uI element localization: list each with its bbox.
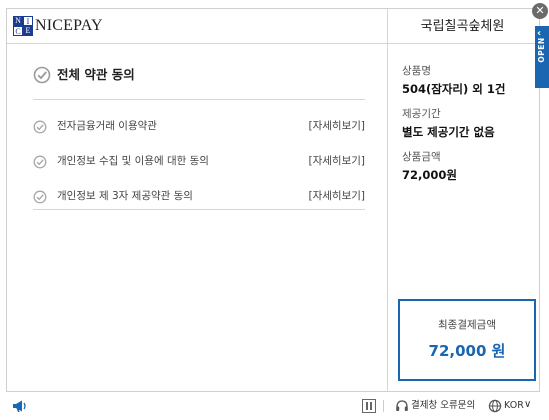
- term-detail-link[interactable]: [자세히보기]: [309, 118, 366, 134]
- panel-icon[interactable]: [362, 399, 376, 413]
- term-label: 전자금융거래 이용약관: [57, 120, 157, 132]
- agree-all-label: 전체 약관 동의: [57, 67, 135, 82]
- error-report-link[interactable]: 결제창 오류문의: [411, 399, 475, 413]
- logo-letter: I: [23, 16, 33, 26]
- payment-modal: N I C E NICEPAY 국립칠곡숲체원 전체 약관 동의 전자금융거래 …: [6, 8, 540, 392]
- term-item-electronic-finance[interactable]: 전자금융거래 이용약관 [자세히보기]: [33, 118, 365, 153]
- divider: [383, 400, 384, 412]
- check-circle-icon: [33, 120, 47, 134]
- term-detail-link[interactable]: [자세히보기]: [309, 153, 366, 169]
- nicepay-logo: N I C E NICEPAY: [13, 16, 103, 36]
- period-label: 제공기간: [402, 108, 441, 120]
- total-label: 최종결제금액: [438, 319, 496, 331]
- amount-value: 72,000원: [402, 168, 457, 182]
- product-value: 504(잠자리) 외 1건: [402, 82, 506, 96]
- amount-label: 상품금액: [402, 151, 441, 163]
- check-circle-icon: [33, 155, 47, 169]
- globe-icon: [488, 399, 502, 413]
- term-item-third-party[interactable]: 개인정보 제 3자 제공약관 동의 [자세히보기]: [33, 188, 365, 223]
- logo-text: NICEPAY: [35, 17, 103, 34]
- term-detail-link[interactable]: [자세히보기]: [309, 188, 366, 204]
- logo-letter: E: [23, 26, 33, 36]
- merchant-name: 국립칠곡숲체원: [387, 9, 537, 44]
- terms-list: 전자금융거래 이용약관 [자세히보기] 개인정보 수집 및 이용에 대한 동의 …: [33, 118, 365, 223]
- open-side-tab[interactable]: ‹ OPEN: [535, 26, 549, 88]
- logo-letter: C: [13, 26, 23, 36]
- product-label: 상품명: [402, 65, 431, 77]
- order-info: 상품명 504(잠자리) 외 1건 제공기간 별도 제공기간 없음 상품금액 7…: [402, 64, 532, 193]
- term-label: 개인정보 수집 및 이용에 대한 동의: [57, 155, 209, 167]
- language-select[interactable]: KOR: [504, 399, 524, 413]
- footer-bar: 결제창 오류문의 KOR ∨: [0, 393, 549, 420]
- open-tab-label: OPEN: [537, 37, 546, 63]
- modal-header: N I C E NICEPAY 국립칠곡숲체원: [7, 9, 539, 44]
- agree-all-checkbox[interactable]: 전체 약관 동의: [33, 66, 365, 100]
- divider: [33, 209, 365, 210]
- check-circle-icon: [33, 190, 47, 204]
- terms-panel: 전체 약관 동의 전자금융거래 이용약관 [자세히보기] 개인정보 수집 및 이…: [7, 44, 386, 392]
- term-item-privacy-collection[interactable]: 개인정보 수집 및 이용에 대한 동의 [자세히보기]: [33, 153, 365, 188]
- nicepay-logo-mark: N I C E: [13, 16, 33, 36]
- term-label: 개인정보 제 3자 제공약관 동의: [57, 190, 193, 202]
- total-amount-box: 최종결제금액 72,000 원: [398, 299, 536, 381]
- logo-letter: N: [13, 16, 23, 26]
- total-value: 72,000 원: [428, 342, 506, 360]
- order-summary-panel: 상품명 504(잠자리) 외 1건 제공기간 별도 제공기간 없음 상품금액 7…: [387, 44, 539, 392]
- headset-icon: [396, 400, 408, 411]
- period-value: 별도 제공기간 없음: [402, 125, 495, 139]
- check-circle-icon: [33, 66, 51, 84]
- megaphone-icon[interactable]: [12, 399, 28, 413]
- close-icon[interactable]: ✕: [532, 3, 548, 19]
- chevron-down-icon[interactable]: ∨: [524, 398, 531, 412]
